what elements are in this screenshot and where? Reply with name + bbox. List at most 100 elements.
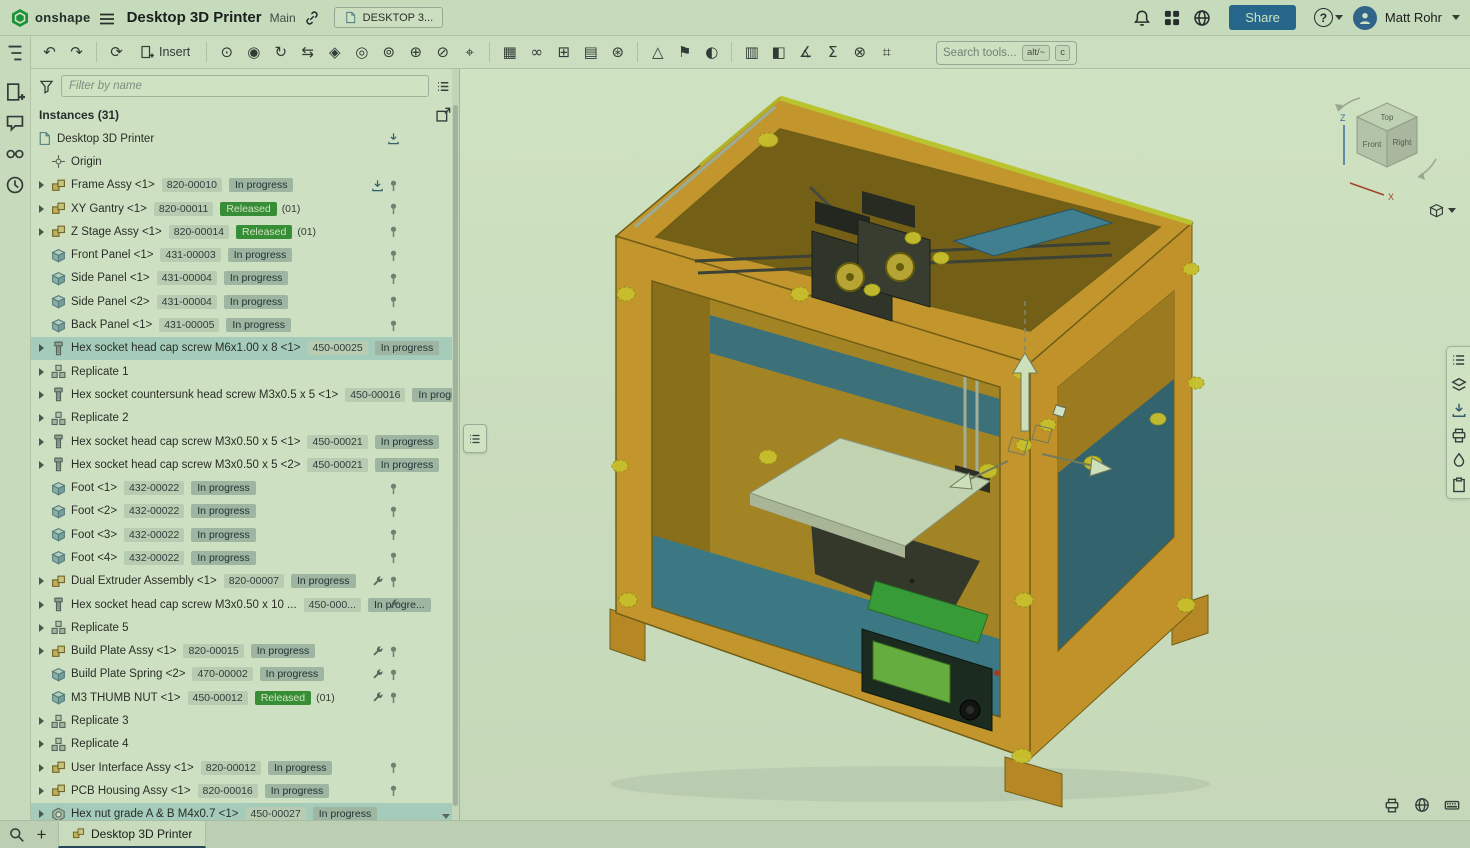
expand-chevron-icon[interactable] bbox=[37, 787, 51, 795]
tree-row[interactable]: Hex socket head cap screw M6x1.00 x 8 <1… bbox=[31, 337, 452, 360]
app-store-button[interactable] bbox=[1161, 7, 1183, 29]
expand-chevron-icon[interactable] bbox=[37, 438, 51, 446]
tree-row[interactable]: Hex socket head cap screw M3x0.50 x 10 .… bbox=[31, 593, 452, 616]
expand-chevron-icon[interactable] bbox=[37, 228, 51, 236]
expand-chevron-icon[interactable] bbox=[37, 414, 51, 422]
add-tab-button[interactable]: + bbox=[33, 826, 50, 843]
document-panel-icon[interactable] bbox=[1451, 352, 1467, 368]
tree-row[interactable]: Replicate 2 bbox=[31, 407, 452, 430]
tree-row[interactable]: M3 THUMB NUT <1> 450-00012 Released (01) bbox=[31, 686, 452, 709]
tree-row[interactable]: Desktop 3D Printer bbox=[31, 127, 452, 150]
help-button[interactable]: ? bbox=[1312, 6, 1345, 29]
user-name[interactable]: Matt Rohr bbox=[1385, 10, 1442, 25]
screen-share-icon[interactable] bbox=[1384, 797, 1400, 813]
3d-viewport[interactable]: Top Front Right Z X bbox=[460, 69, 1470, 820]
frame-tools-icon[interactable]: ⌗ bbox=[874, 40, 899, 65]
update-icon[interactable] bbox=[387, 132, 400, 145]
wrench-icon[interactable] bbox=[371, 668, 384, 681]
tree-row[interactable]: Dual Extruder Assembly <1> 820-00007 In … bbox=[31, 570, 452, 593]
group-icon[interactable]: ▦ bbox=[497, 40, 522, 65]
update-icon[interactable] bbox=[371, 179, 384, 192]
slider-mate-icon[interactable]: ⇆ bbox=[295, 40, 320, 65]
expand-chevron-icon[interactable] bbox=[37, 601, 51, 609]
redo-icon[interactable]: ↷ bbox=[64, 40, 89, 65]
linked-document-tab[interactable]: DESKTOP 3... bbox=[334, 7, 444, 28]
tangent-mate-icon[interactable]: ⊘ bbox=[430, 40, 455, 65]
assembly-instances-icon[interactable] bbox=[5, 43, 25, 63]
tree-row[interactable]: Side Panel <2> 431-00004 In progress bbox=[31, 290, 452, 313]
insert-button[interactable]: Insert bbox=[131, 40, 199, 65]
tree-row[interactable]: Side Panel <1> 431-00004 In progress bbox=[31, 267, 452, 290]
exploded-view-icon[interactable]: △ bbox=[645, 40, 670, 65]
measure-icon[interactable]: ∡ bbox=[793, 40, 818, 65]
wrench-icon[interactable] bbox=[371, 645, 384, 658]
follow-mode-icon[interactable] bbox=[5, 144, 25, 164]
comments-icon[interactable] bbox=[5, 113, 25, 133]
wrench-icon[interactable] bbox=[371, 691, 384, 704]
appearance-panel-icon[interactable] bbox=[1451, 452, 1467, 468]
print-panel-icon[interactable] bbox=[1451, 427, 1467, 443]
link-icon[interactable] bbox=[304, 10, 320, 26]
cylindrical-mate-icon[interactable]: ⊚ bbox=[376, 40, 401, 65]
keyboard-shortcuts-icon[interactable] bbox=[1444, 797, 1460, 813]
fastened-mate-icon[interactable]: ◉ bbox=[241, 40, 266, 65]
interference-check-icon[interactable]: ⊗ bbox=[847, 40, 872, 65]
tree-row[interactable]: Z Stage Assy <1> 820-00014 Released (01) bbox=[31, 220, 452, 243]
planar-mate-icon[interactable]: ◈ bbox=[322, 40, 347, 65]
view-cube[interactable]: Top Front Right Z X bbox=[1332, 95, 1442, 213]
expand-chevron-icon[interactable] bbox=[37, 624, 51, 632]
circular-pattern-icon[interactable]: ⊛ bbox=[605, 40, 630, 65]
linear-pattern-icon[interactable]: ▤ bbox=[578, 40, 603, 65]
tree-row[interactable]: Replicate 5 bbox=[31, 616, 452, 639]
network-status-icon[interactable] bbox=[1414, 797, 1430, 813]
bom-table-icon[interactable]: ▥ bbox=[739, 40, 764, 65]
expand-chevron-icon[interactable] bbox=[37, 647, 51, 655]
expand-chevron-icon[interactable] bbox=[37, 205, 51, 213]
expand-chevron-icon[interactable] bbox=[37, 461, 51, 469]
versions-history-icon[interactable] bbox=[5, 175, 25, 195]
mate-relation-icon[interactable]: ∞ bbox=[524, 40, 549, 65]
tree-row[interactable]: Replicate 1 bbox=[31, 360, 452, 383]
expand-chevron-icon[interactable] bbox=[37, 368, 51, 376]
search-tools[interactable]: alt/~ c bbox=[936, 41, 1077, 65]
onshape-logo[interactable]: onshape bbox=[10, 8, 91, 28]
section-view-icon[interactable]: ◧ bbox=[766, 40, 791, 65]
export-panel-icon[interactable] bbox=[1451, 402, 1467, 418]
community-button[interactable] bbox=[1191, 7, 1213, 29]
tree-row[interactable]: Hex socket head cap screw M3x0.50 x 5 <1… bbox=[31, 430, 452, 453]
panel-scrollbar[interactable] bbox=[452, 69, 459, 820]
notifications-button[interactable] bbox=[1131, 7, 1153, 29]
named-positions-icon[interactable]: ⚑ bbox=[672, 40, 697, 65]
tree-row[interactable]: Hex socket head cap screw M3x0.50 x 5 <2… bbox=[31, 453, 452, 476]
wrench-icon[interactable] bbox=[371, 575, 384, 588]
parts-panel-icon[interactable] bbox=[1451, 377, 1467, 393]
panel-scroll-down-icon[interactable] bbox=[442, 814, 450, 819]
user-menu-chevron-icon[interactable] bbox=[1452, 15, 1460, 20]
expand-chevron-icon[interactable] bbox=[37, 344, 51, 352]
expand-chevron-icon[interactable] bbox=[37, 577, 51, 585]
tree-row[interactable]: PCB Housing Assy <1> 820-00016 In progre… bbox=[31, 779, 452, 802]
mate-icon[interactable]: ⊙ bbox=[214, 40, 239, 65]
tree-row[interactable]: Origin bbox=[31, 150, 452, 173]
tree-row[interactable]: Replicate 3 bbox=[31, 709, 452, 732]
hamburger-menu-icon[interactable] bbox=[99, 12, 115, 24]
search-tools-input[interactable] bbox=[943, 47, 1017, 59]
update-linked-documents-icon[interactable]: ⟳ bbox=[104, 40, 129, 65]
wrench-icon[interactable] bbox=[387, 598, 400, 611]
expand-chevron-icon[interactable] bbox=[37, 717, 51, 725]
expand-chevron-icon[interactable] bbox=[37, 764, 51, 772]
insert-panel-icon[interactable] bbox=[5, 82, 25, 102]
properties-panel-icon[interactable] bbox=[1451, 477, 1467, 493]
expand-chevron-icon[interactable] bbox=[37, 810, 51, 818]
pin-slot-mate-icon[interactable]: ⊕ bbox=[403, 40, 428, 65]
mate-connector-icon[interactable]: ⌖ bbox=[457, 40, 482, 65]
share-button[interactable]: Share bbox=[1229, 5, 1296, 30]
display-states-icon[interactable]: ◐ bbox=[699, 40, 724, 65]
tree-row[interactable]: Back Panel <1> 431-00005 In progress bbox=[31, 313, 452, 336]
tree-row[interactable]: Front Panel <1> 431-00003 In progress bbox=[31, 243, 452, 266]
revolute-mate-icon[interactable]: ↻ bbox=[268, 40, 293, 65]
tree-row[interactable]: User Interface Assy <1> 820-00012 In pro… bbox=[31, 756, 452, 779]
replicate-tool-icon[interactable]: ⊞ bbox=[551, 40, 576, 65]
tab-manager-icon[interactable] bbox=[8, 826, 25, 843]
list-view-icon[interactable] bbox=[436, 79, 451, 94]
